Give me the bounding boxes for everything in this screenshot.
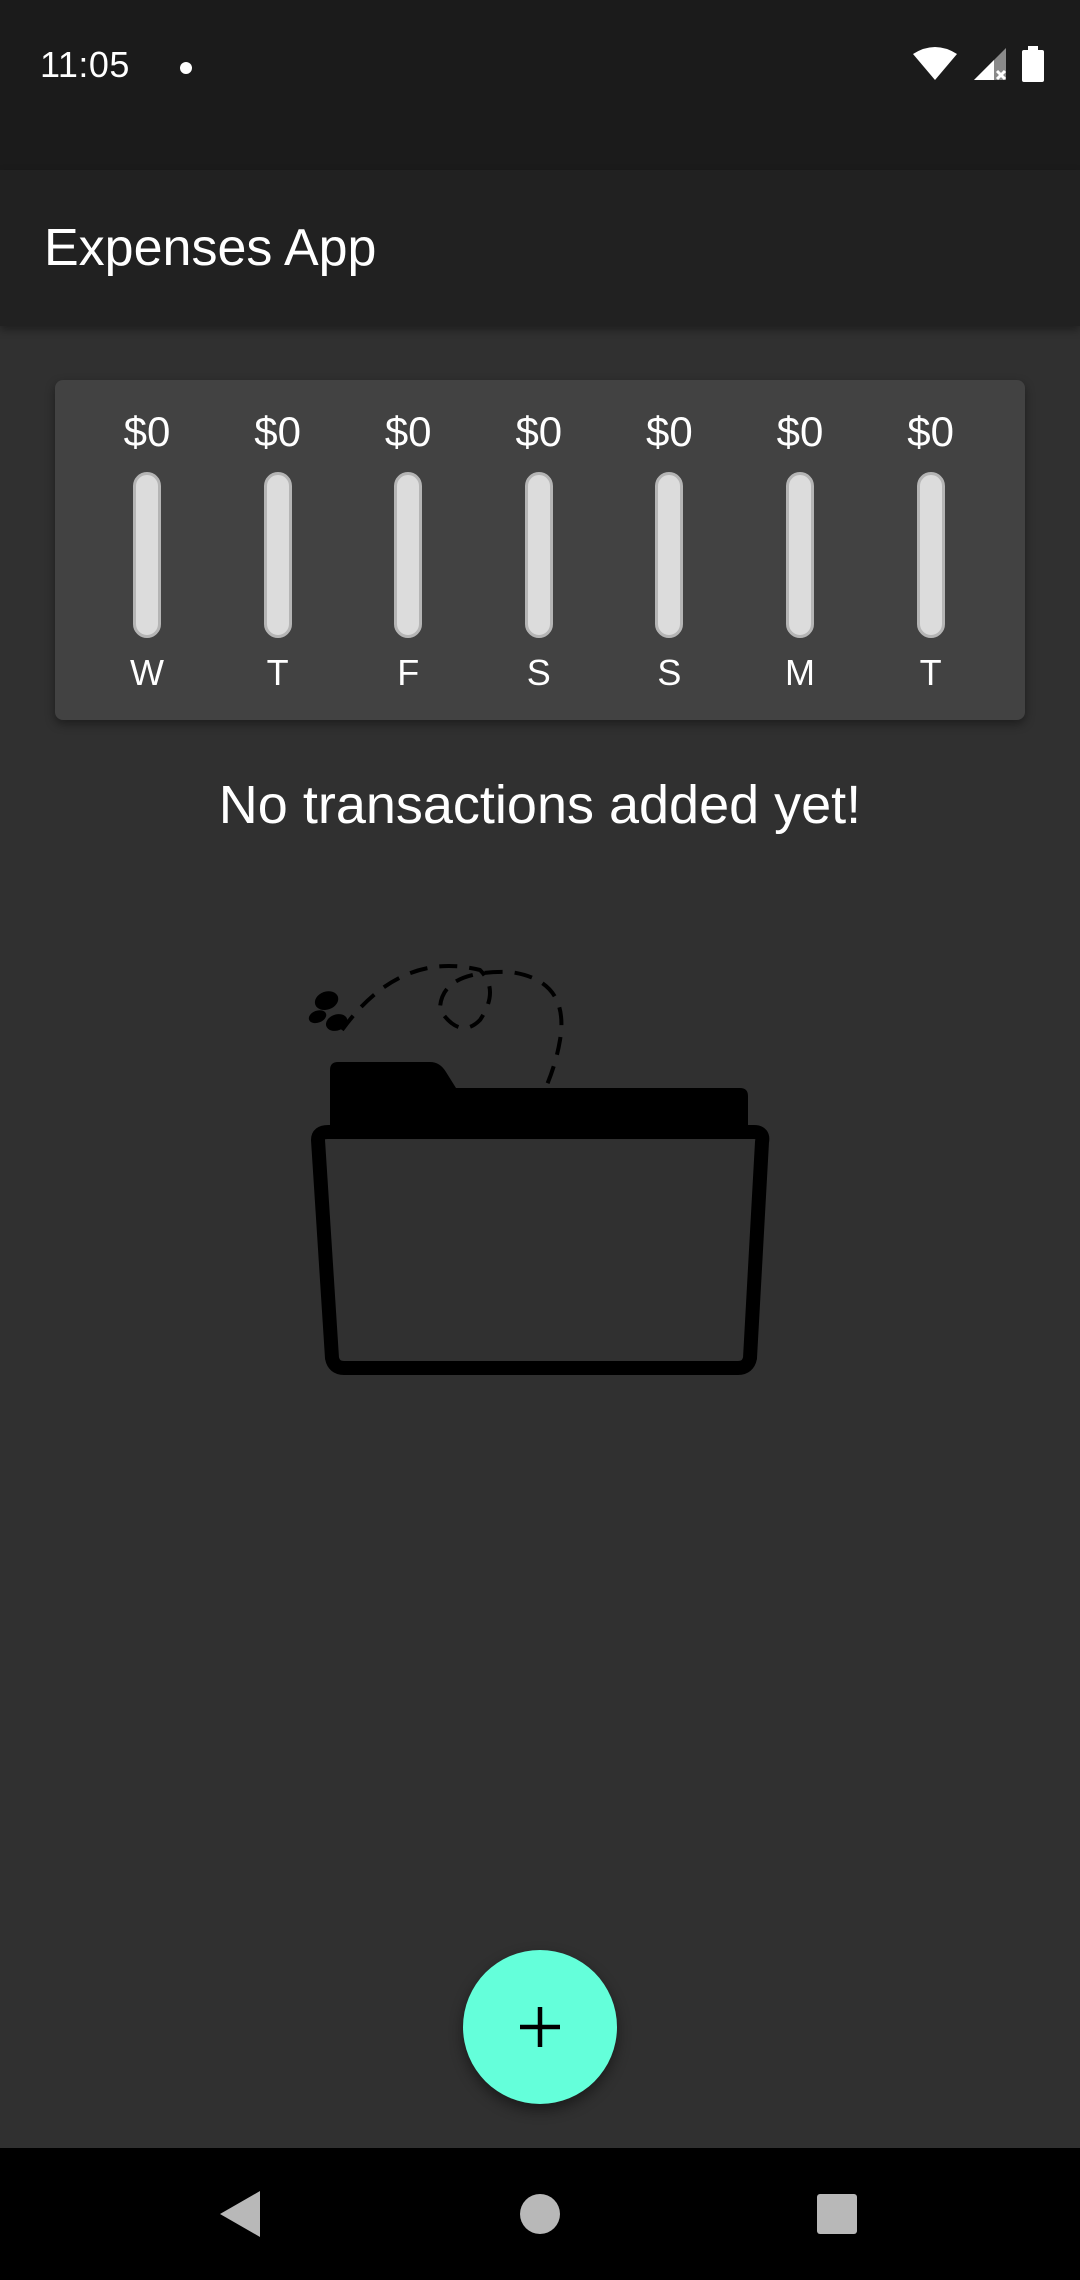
chart-bar-column: $0 S [479,380,599,720]
chart-bar [394,472,423,638]
chart-bar-day-label: F [397,652,420,693]
chart-bar [786,472,814,638]
empty-state-message: No transactions added yet! [218,775,862,835]
chart-bar-column: $0 F [348,380,468,720]
chart-bar-amount: $0 [384,408,432,455]
status-time: 11:05 [40,44,130,85]
chart-bar-amount: $0 [254,408,301,455]
chart-bar-day-label: S [526,652,551,693]
add-transaction-button[interactable] [463,1950,617,2104]
chart-bar-amount: $0 [646,408,693,455]
chart-bar [524,472,553,638]
chart-bar-amount: $0 [776,408,824,455]
home-icon [520,2194,560,2234]
chart-bar-column: $0 T [871,380,991,720]
signal-icon [974,48,1007,81]
back-icon [220,2191,260,2237]
recents-icon [817,2194,857,2234]
app-bar: Expenses App [0,170,1080,326]
navigation-bar [0,2148,1080,2280]
chart-bar-column: $0 W [87,380,207,720]
wifi-icon [913,47,957,80]
chart-bar-day-label: S [657,652,682,693]
chart-bar [133,472,161,638]
chart-bar-day-label: W [130,652,164,693]
chart-bar [655,472,684,638]
chart-bar [916,472,945,638]
status-bar: 11:05 [0,0,1080,170]
recents-button[interactable] [807,2184,867,2244]
battery-icon [1022,46,1044,82]
chart-bar-column: $0 S [609,380,729,720]
chart-bar-day-label: T [919,652,942,693]
chart-bar-amount: $0 [123,408,171,455]
chart-bar-day-label: T [266,652,289,693]
home-button[interactable] [510,2184,570,2244]
notification-dot-icon [180,62,192,74]
back-button[interactable] [210,2184,270,2244]
chart-bar-column: $0 M [740,380,860,720]
chart-bar-day-label: M [785,652,815,693]
chart-bar-amount: $0 [515,408,563,455]
plus-icon [520,2007,560,2047]
empty-folder-illustration [308,964,770,1375]
chart-bar-amount: $0 [907,408,954,455]
butterfly-icon [308,991,348,1031]
page-title: Expenses App [44,219,377,277]
weekly-chart-card: $0 W $0 T $0 F $0 S $0 S $0 M $0 T [55,380,1025,720]
chart-bar [263,472,292,638]
status-icons [912,46,1044,82]
chart-bar-column: $0 T [218,380,338,720]
